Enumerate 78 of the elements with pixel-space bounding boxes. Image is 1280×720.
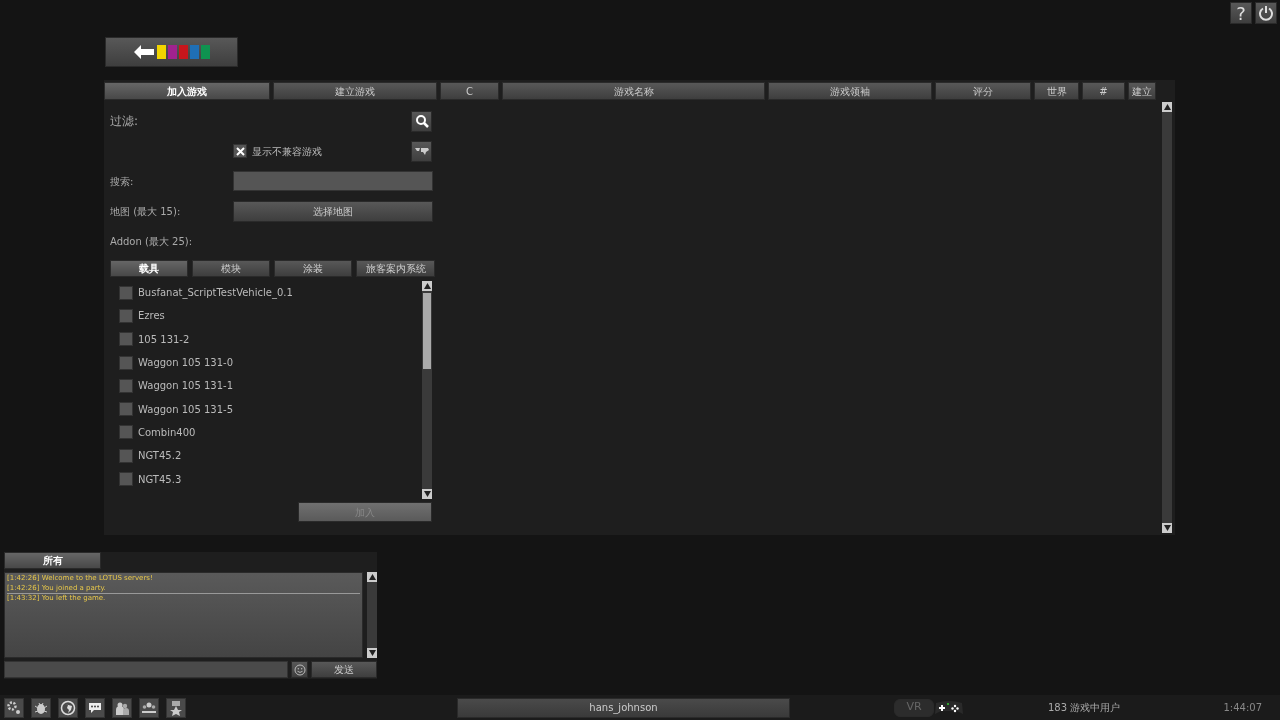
scrollbar[interactable] <box>367 572 377 658</box>
column-tab[interactable]: 建立 <box>1128 82 1156 100</box>
emoji-button[interactable] <box>291 661 308 678</box>
search-field[interactable] <box>233 171 433 191</box>
addon-name: NGT45.2 <box>138 449 182 464</box>
checkbox[interactable] <box>119 378 133 393</box>
column-tab[interactable]: 游戏名称 <box>502 82 765 100</box>
username-bar: hans_johnson <box>457 697 790 718</box>
scroll-up-icon[interactable] <box>422 281 432 291</box>
globe-button[interactable] <box>58 697 78 718</box>
search-icon <box>414 114 429 128</box>
addon-tab[interactable]: 涂装 <box>274 260 352 277</box>
addon-name: Waggon 105 131-1 <box>138 379 234 394</box>
chat-tab[interactable]: 所有 <box>4 552 101 569</box>
scroll-down-icon[interactable] <box>367 648 377 658</box>
world-map-button[interactable] <box>411 140 432 162</box>
checkbox[interactable] <box>119 332 133 347</box>
addon-name: Waggon 105 131-0 <box>138 356 234 371</box>
speech-button[interactable] <box>85 697 105 718</box>
checkbox[interactable] <box>119 285 133 300</box>
world-map-icon <box>413 147 430 155</box>
power-icon <box>1258 5 1274 21</box>
people-button[interactable] <box>112 697 132 718</box>
scroll-up-icon[interactable] <box>1162 102 1172 112</box>
filter-label: 过滤: <box>110 113 140 130</box>
gear-icon <box>6 699 22 716</box>
clock: 1:44:07 <box>1223 701 1262 715</box>
bug-button[interactable] <box>31 697 51 718</box>
chat-input[interactable] <box>4 661 288 678</box>
help-button[interactable]: ? <box>1230 2 1252 24</box>
column-tab[interactable]: C <box>440 82 499 100</box>
globe-icon <box>60 699 76 716</box>
addon-tab[interactable]: 载具 <box>110 260 188 277</box>
addon-name: Ezres <box>138 309 165 324</box>
checkbox[interactable] <box>119 355 133 370</box>
send-button[interactable]: 发送 <box>311 661 377 678</box>
group-button[interactable] <box>139 697 159 718</box>
checkbox[interactable] <box>119 425 133 440</box>
map-label: 地图 (最大 15): <box>110 204 182 219</box>
column-tab[interactable]: 建立游戏 <box>273 82 437 100</box>
checkbox[interactable] <box>119 448 133 463</box>
scroll-down-icon[interactable] <box>422 489 432 499</box>
scrollbar[interactable] <box>422 281 432 499</box>
checkbox[interactable] <box>233 144 247 158</box>
online-users-count: 183 游戏中用户 <box>1048 701 1121 715</box>
power-button[interactable] <box>1255 2 1277 24</box>
select-map-button[interactable]: 选择地图 <box>233 200 433 222</box>
addon-name: NGT45.3 <box>138 472 182 487</box>
scroll-down-icon[interactable] <box>1162 523 1172 533</box>
scrollbar[interactable] <box>1162 102 1172 533</box>
gear-button[interactable] <box>4 697 24 718</box>
addon-name: Waggon 105 131-5 <box>138 402 234 417</box>
addon-name: 105 131-2 <box>138 332 190 347</box>
checkbox[interactable] <box>119 402 133 417</box>
medal-icon <box>168 699 184 716</box>
column-tab[interactable]: 游戏领袖 <box>768 82 932 100</box>
search-label: 搜索: <box>110 174 135 189</box>
medal-button[interactable] <box>166 697 186 718</box>
checkbox[interactable] <box>119 472 133 486</box>
column-tab[interactable]: 加入游戏 <box>104 82 270 100</box>
column-tab[interactable]: # <box>1082 82 1125 100</box>
color-stripes-drawing <box>157 45 210 59</box>
addon-name: Busfanat_ScriptTestVehicle_0.1 <box>138 286 293 301</box>
addon-name: Combin400 <box>138 425 196 440</box>
scroll-up-icon[interactable] <box>367 572 377 582</box>
column-tab[interactable]: 评分 <box>935 82 1031 100</box>
checkbox[interactable] <box>119 308 133 323</box>
addon-tab[interactable]: 模块 <box>192 260 270 277</box>
back-button[interactable] <box>105 37 238 67</box>
checkbox-label: 显示不兼容游戏 <box>252 144 323 159</box>
column-tab[interactable]: 世界 <box>1034 82 1079 100</box>
smiley-icon <box>293 663 306 676</box>
search-button[interactable] <box>411 110 432 132</box>
back-arrow-icon <box>133 44 155 60</box>
scroll-thumb[interactable] <box>423 293 431 369</box>
gamepad-icon <box>934 699 964 716</box>
addon-tab[interactable]: 旅客案内系统 <box>356 260 435 277</box>
addon-label: Addon (最大 25): <box>110 234 194 249</box>
